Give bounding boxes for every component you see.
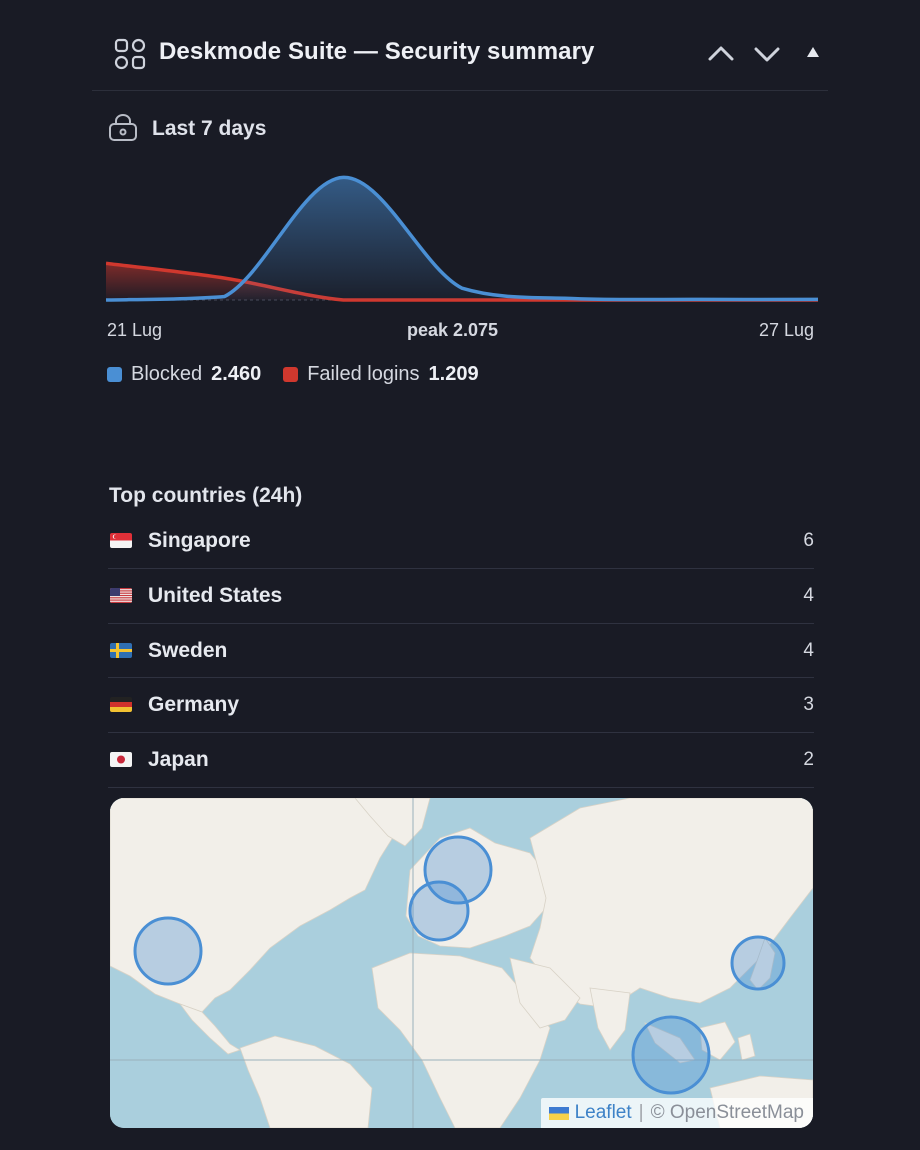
us-flag-icon bbox=[110, 587, 132, 603]
country-count: 4 bbox=[803, 584, 814, 606]
country-count: 4 bbox=[803, 639, 814, 661]
country-list: Singapore 6 United States 4 Sweden 4 Ger… bbox=[108, 514, 814, 788]
legend-value-blocked: 2.460 bbox=[211, 362, 262, 385]
chart-legend: Blocked 2.460 Failed logins 1.209 bbox=[107, 361, 501, 387]
legend-label-failed-logins: Failed logins bbox=[307, 362, 420, 385]
country-count: 2 bbox=[803, 749, 814, 771]
world-map[interactable]: Leaflet | © OpenStreetMap bbox=[110, 798, 813, 1128]
list-item: Japan 2 bbox=[108, 733, 814, 788]
japan-flag-icon bbox=[110, 752, 132, 768]
ukraine-flag-icon bbox=[548, 1106, 569, 1120]
card-header: Deskmode Suite — Security summary bbox=[92, 22, 828, 82]
list-item: Singapore 6 bbox=[108, 514, 814, 569]
header-divider bbox=[92, 90, 828, 91]
osm-attribution[interactable]: © OpenStreetMap bbox=[651, 1102, 804, 1124]
country-name: Germany bbox=[148, 693, 240, 717]
germany-flag-icon bbox=[110, 697, 132, 713]
chevron-down-icon bbox=[754, 47, 780, 62]
security-summary-card: Deskmode Suite — Security summary Last 7… bbox=[92, 0, 828, 1150]
leaflet-link[interactable]: Leaflet bbox=[575, 1102, 632, 1124]
chevron-up-icon bbox=[708, 46, 734, 61]
top-countries-title: Top countries (24h) bbox=[109, 484, 303, 507]
list-item: Germany 3 bbox=[108, 678, 814, 734]
activity-area-chart bbox=[106, 175, 818, 302]
singapore-flag-icon bbox=[110, 533, 132, 548]
x-axis-start-label: 21 Lug bbox=[107, 320, 163, 340]
move-down-button[interactable] bbox=[749, 36, 785, 72]
country-name: Singapore bbox=[148, 529, 251, 552]
x-axis-end-label: 27 Lug bbox=[758, 320, 814, 340]
lock-icon bbox=[109, 114, 137, 141]
move-up-button[interactable] bbox=[703, 36, 739, 72]
map-marker-us[interactable] bbox=[133, 916, 203, 986]
country-count: 6 bbox=[803, 530, 814, 551]
list-item: United States 4 bbox=[108, 569, 814, 624]
map-marker-japan[interactable] bbox=[730, 935, 786, 991]
legend-value-failed-logins: 1.209 bbox=[428, 362, 479, 385]
legend-swatch-blocked bbox=[107, 366, 122, 382]
country-name: Sweden bbox=[148, 638, 228, 662]
apps-grid-icon bbox=[114, 38, 146, 70]
list-item: Sweden 4 bbox=[108, 624, 814, 679]
legend-swatch-failed-logins bbox=[283, 366, 299, 382]
peak-label: peak 2.075 bbox=[407, 320, 499, 340]
country-count: 3 bbox=[803, 694, 814, 716]
collapse-button[interactable] bbox=[795, 36, 831, 72]
period-label: Last 7 days bbox=[152, 117, 267, 140]
triangle-up-icon bbox=[807, 47, 819, 57]
legend-label-blocked: Blocked bbox=[131, 362, 203, 385]
map-canvas[interactable] bbox=[110, 798, 813, 1128]
attribution-separator: | bbox=[638, 1102, 644, 1123]
country-name: United States bbox=[148, 583, 283, 607]
card-title: Deskmode Suite — Security summary bbox=[159, 38, 595, 65]
map-attribution: Leaflet | © OpenStreetMap bbox=[540, 1098, 813, 1128]
map-marker-singapore[interactable] bbox=[631, 1015, 711, 1095]
map-marker-sweden[interactable] bbox=[423, 835, 493, 905]
country-name: Japan bbox=[148, 748, 209, 772]
sweden-flag-icon bbox=[110, 642, 132, 658]
